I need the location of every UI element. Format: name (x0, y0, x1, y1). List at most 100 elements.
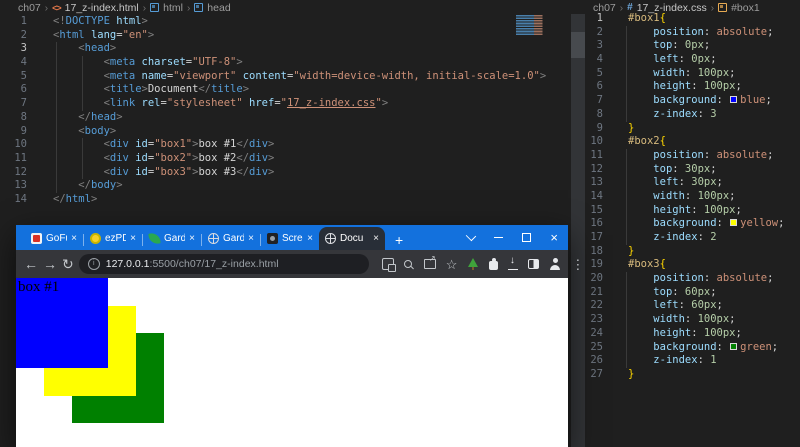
indent-guide (626, 25, 627, 40)
line-number: 26 (590, 354, 603, 367)
tab-close-icon[interactable]: × (373, 233, 379, 244)
line-number: 5 (596, 66, 603, 79)
indent-guide (626, 80, 627, 95)
line-number: 20 (590, 272, 603, 285)
indent-guide (626, 148, 627, 163)
side-panel-icon[interactable] (528, 259, 540, 269)
zoom-icon[interactable] (403, 260, 412, 268)
tab-close-icon[interactable]: × (307, 233, 313, 244)
maximize-button[interactable] (522, 233, 532, 242)
line-number: 9 (596, 121, 603, 134)
code-line: 26 z-index: 1 (585, 354, 800, 368)
code-line: 6 height: 100px; (585, 80, 800, 95)
editor-pane-css: ch07 # 17_z-index.css #box1 1#box1{2 pos… (585, 0, 800, 447)
code-line: 1 <!DOCTYPE html> (0, 15, 571, 29)
minimap[interactable] (516, 15, 549, 35)
tab-close-icon[interactable]: × (189, 233, 195, 244)
line-number: 11 (14, 151, 27, 164)
indent-guide (82, 69, 83, 84)
translate-icon[interactable] (381, 258, 396, 272)
scrollbar-thumb[interactable] (571, 32, 585, 58)
profile-avatar-icon[interactable] (549, 258, 561, 270)
leaf-favicon-icon (148, 232, 161, 245)
code-line: 12 <div id="box3">box #3</div> (0, 165, 571, 180)
indent-guide (56, 83, 57, 98)
minimize-button[interactable] (494, 236, 504, 239)
line-number: 14 (590, 189, 603, 202)
line-number: 1 (596, 12, 603, 24)
code-line: 23 width: 100px; (585, 313, 800, 327)
code-line: 11 position: absolute; (585, 148, 800, 163)
color-swatch[interactable] (730, 219, 738, 227)
indent-guide (626, 272, 627, 286)
tree-extension-icon[interactable] (467, 258, 479, 270)
line-number: 12 (590, 162, 603, 175)
color-swatch[interactable] (730, 96, 738, 104)
tab-close-icon[interactable]: × (71, 233, 77, 244)
code-line: 24 height: 100px; (585, 326, 800, 341)
code-line: 2 position: absolute; (585, 25, 800, 40)
close-window-button[interactable]: × (550, 231, 558, 244)
indent-guide (626, 313, 627, 327)
line-number: 13 (14, 179, 27, 192)
code-line: 9} (585, 122, 800, 136)
tab-label: Garde (164, 233, 186, 244)
code-line: 3 <head> (0, 42, 571, 57)
line-number: 25 (590, 340, 603, 353)
breadcrumb-file[interactable]: 17_z-index.html (65, 2, 139, 14)
window-controls: × (466, 225, 558, 250)
bookmark-star-icon[interactable]: ☆ (446, 258, 458, 271)
tab-close-icon[interactable]: × (130, 233, 136, 244)
tab-close-icon[interactable]: × (248, 233, 254, 244)
indent-guide (82, 83, 83, 98)
indent-guide (626, 162, 627, 177)
browser-tab-docu[interactable]: Docu × (319, 227, 385, 250)
color-swatch[interactable] (730, 342, 738, 350)
tab-label: Docu (340, 233, 364, 244)
indent-guide (626, 53, 627, 67)
chevron-right-icon (45, 2, 48, 14)
breadcrumb-folder[interactable]: ch07 (18, 2, 41, 14)
indent-guide (56, 151, 57, 166)
new-tab-button[interactable]: + (395, 233, 403, 247)
code-line: 1 #box1{ (585, 12, 800, 26)
line-number: 16 (590, 217, 603, 230)
browser-tab-gofull[interactable]: GoFull × (25, 227, 83, 250)
site-info-icon[interactable] (87, 258, 100, 270)
line-number: 24 (590, 326, 603, 339)
menu-dots-icon[interactable]: ⋮ (571, 258, 584, 271)
code-line: 15 height: 100px; (585, 203, 800, 218)
tab-label: Screen (282, 233, 303, 244)
editor-scrollbar[interactable] (571, 14, 585, 447)
browser-tab-screen[interactable]: Screen × (261, 227, 319, 250)
html-code-editor[interactable]: 1 <!DOCTYPE html> 2 <html lang="en"> 3 <head… (0, 15, 571, 207)
downloads-icon[interactable] (508, 256, 519, 270)
line-number: 10 (14, 138, 27, 151)
breadcrumb-symbol-head[interactable]: head (207, 2, 230, 14)
indent-guide (626, 326, 627, 341)
line-number: 8 (20, 110, 27, 123)
back-button[interactable]: ← (24, 257, 38, 271)
tab-search-chevron-icon[interactable] (466, 230, 477, 242)
reload-button[interactable]: ↻ (62, 257, 74, 271)
line-number: 8 (596, 107, 603, 120)
forward-button[interactable]: → (43, 257, 57, 271)
gofullpage-favicon-icon (31, 233, 42, 244)
browser-tab-garde[interactable]: Garde× (202, 227, 260, 250)
url-path: :5500/ch07/17_z-index.html (149, 258, 279, 270)
browser-tab-ezpdf[interactable]: ezPDF× (84, 227, 142, 250)
share-icon[interactable] (423, 254, 436, 269)
css-code-editor[interactable]: 1 #box1{2 position: absolute; 3 top: 0px; 4… (585, 12, 800, 382)
address-bar[interactable]: 127.0.0.1:5500/ch07/17_z-index.html (78, 254, 369, 274)
globe-favicon-icon (208, 233, 219, 244)
code-line: 8 </head> (0, 110, 571, 125)
tab-label: Garde (223, 233, 245, 244)
extensions-puzzle-icon[interactable] (489, 257, 499, 270)
breadcrumb-symbol-html[interactable]: html (163, 2, 183, 14)
browser-tab-garde[interactable]: Garde× (143, 227, 201, 250)
code-line: 7 background: blue; (585, 94, 800, 108)
indent-guide (626, 203, 627, 218)
code-line: 16 background: yellow; (585, 217, 800, 231)
tab-label: ezPDF (105, 233, 127, 244)
code-line: 20 position: absolute; (585, 272, 800, 286)
